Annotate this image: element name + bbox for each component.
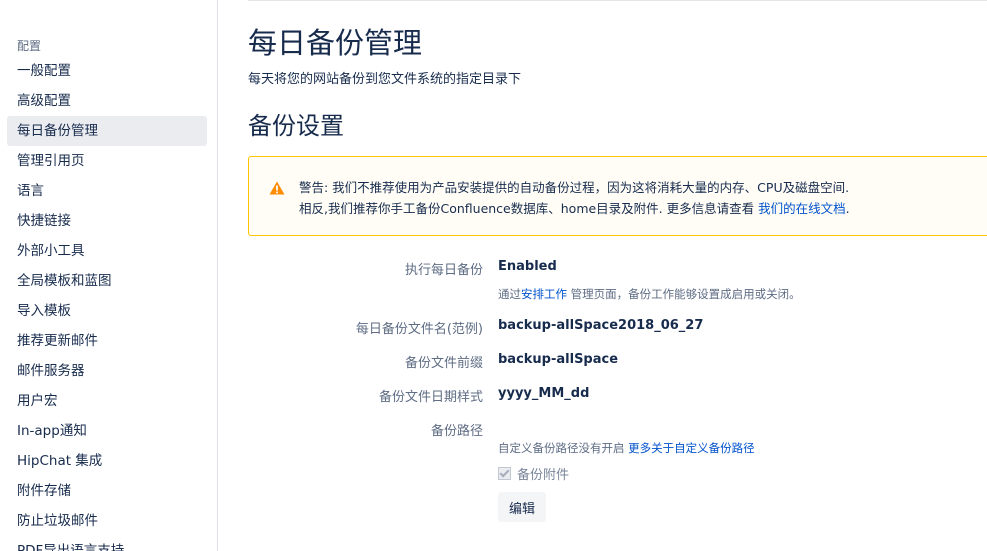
sidebar-item-user-macros[interactable]: 用户宏 bbox=[7, 386, 207, 416]
edit-button[interactable]: 编辑 bbox=[498, 492, 547, 522]
prefix-value: backup-allSpace bbox=[498, 352, 619, 367]
backup-path-label: 备份路径 bbox=[430, 424, 483, 439]
sidebar-item-referrers[interactable]: 管理引用页 bbox=[7, 146, 207, 176]
section-title: 备份设置 bbox=[248, 112, 344, 140]
sidebar-item-daily-backup[interactable]: 每日备份管理 bbox=[7, 116, 207, 146]
sidebar-item-advanced-config[interactable]: 高级配置 bbox=[7, 86, 207, 116]
sidebar-list: 一般配置 高级配置 每日备份管理 管理引用页 语言 快捷链接 外部小工具 全局模… bbox=[7, 56, 207, 551]
sidebar-item-external-gadgets[interactable]: 外部小工具 bbox=[7, 236, 207, 266]
warning-icon bbox=[269, 181, 285, 195]
daily-backup-value: Enabled bbox=[498, 259, 557, 274]
page-description: 每天将您的网站备份到您文件系统的指定目录下 bbox=[248, 72, 522, 87]
warning-line-2-suffix: . bbox=[845, 201, 850, 216]
filename-example-value: backup-allSpace2018_06_27 bbox=[498, 318, 704, 333]
sidebar-item-general-config[interactable]: 一般配置 bbox=[7, 56, 207, 86]
filename-example-label: 每日备份文件名(范例) bbox=[355, 322, 483, 337]
warning-line-1: 警告: 我们不推荐使用为产品安装提供的自动备份过程，因为这将消耗大量的内存、CP… bbox=[299, 180, 850, 195]
date-pattern-value: yyyy_MM_dd bbox=[498, 386, 590, 401]
daily-backup-label: 执行每日备份 bbox=[404, 263, 483, 278]
date-pattern-label: 备份文件日期样式 bbox=[378, 390, 483, 405]
warning-line-2: 相反,我们推荐你手工备份Confluence数据库、home目录及附件. 更多信… bbox=[299, 198, 850, 219]
sidebar-heading: 配置 bbox=[17, 39, 42, 53]
backup-path-hint-text: 自定义备份路径没有开启 bbox=[498, 441, 629, 455]
warning-line-2-text: 相反,我们推荐你手工备份Confluence数据库、home目录及附件. 更多信… bbox=[299, 201, 759, 216]
backup-attachments-label: 备份附件 bbox=[517, 468, 570, 483]
sidebar-item-shortcut-links[interactable]: 快捷链接 bbox=[7, 206, 207, 236]
sidebar-item-in-app-notifications[interactable]: In-app通知 bbox=[7, 416, 207, 446]
warning-message: 警告: 我们不推荐使用为产品安装提供的自动备份过程，因为这将消耗大量的内存、CP… bbox=[248, 156, 987, 236]
sidebar-item-pdf-export-language[interactable]: PDF导出语言支持 bbox=[7, 536, 207, 551]
daily-backup-hint-prefix: 通过 bbox=[498, 287, 521, 301]
page-title: 每日备份管理 bbox=[248, 26, 423, 60]
backup-path-hint: 自定义备份路径没有开启 更多关于自定义备份路径 bbox=[498, 440, 755, 456]
scheduled-jobs-link[interactable]: 安排工作 bbox=[521, 287, 567, 301]
warning-text: 警告: 我们不推荐使用为产品安装提供的自动备份过程，因为这将消耗大量的内存、CP… bbox=[299, 177, 850, 219]
online-docs-link[interactable]: 我们的在线文档 bbox=[758, 201, 846, 216]
daily-backup-hint-suffix: 管理页面，备份工作能够设置成启用或关闭。 bbox=[567, 287, 801, 301]
backup-attachments-checkbox[interactable] bbox=[498, 467, 511, 480]
sidebar-item-global-templates[interactable]: 全局模板和蓝图 bbox=[7, 266, 207, 296]
backup-attachments-row: 备份附件 bbox=[498, 464, 569, 483]
sidebar-item-attachment-storage[interactable]: 附件存储 bbox=[7, 476, 207, 506]
prefix-label: 备份文件前缀 bbox=[404, 356, 483, 371]
sidebar-item-mail-servers[interactable]: 邮件服务器 bbox=[7, 356, 207, 386]
sidebar-item-language[interactable]: 语言 bbox=[7, 176, 207, 206]
custom-backup-path-link[interactable]: 更多关于自定义备份路径 bbox=[628, 441, 755, 455]
sidebar-item-hipchat[interactable]: HipChat 集成 bbox=[7, 446, 207, 476]
divider bbox=[248, 0, 987, 1]
sidebar-item-import-templates[interactable]: 导入模板 bbox=[7, 296, 207, 326]
sidebar: 配置 一般配置 高级配置 每日备份管理 管理引用页 语言 快捷链接 外部小工具 … bbox=[0, 0, 218, 551]
sidebar-item-spam-prevention[interactable]: 防止垃圾邮件 bbox=[7, 506, 207, 536]
sidebar-item-recommended-updates[interactable]: 推荐更新邮件 bbox=[7, 326, 207, 356]
main-content: 每日备份管理 每天将您的网站备份到您文件系统的指定目录下 备份设置 警告: 我们… bbox=[248, 0, 987, 551]
daily-backup-hint: 通过安排工作 管理页面，备份工作能够设置成启用或关闭。 bbox=[498, 286, 801, 302]
